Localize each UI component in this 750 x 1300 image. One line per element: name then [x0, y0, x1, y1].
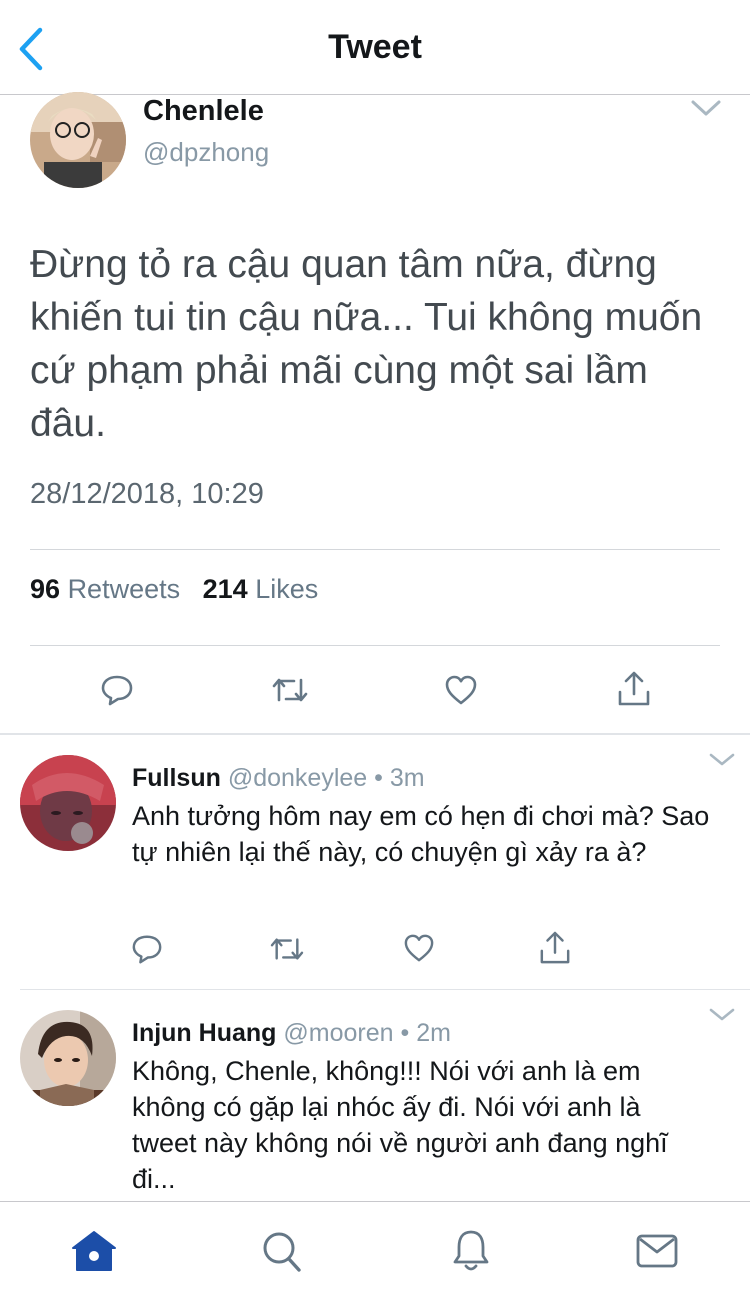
divider: [20, 989, 750, 990]
avatar[interactable]: [20, 755, 116, 851]
divider: [30, 549, 720, 550]
avatar[interactable]: [30, 92, 126, 188]
nav-header: Tweet: [0, 0, 750, 95]
reply-author-handle[interactable]: @mooren: [283, 1019, 393, 1047]
tab-bar: [0, 1201, 750, 1300]
divider: [30, 645, 720, 646]
section-divider: [0, 733, 750, 735]
reply-author-name[interactable]: Fullsun: [132, 764, 221, 792]
share-icon[interactable]: [539, 930, 571, 966]
likes-label[interactable]: Likes: [255, 574, 318, 604]
reply-time: 2m: [416, 1019, 451, 1047]
share-icon[interactable]: [617, 670, 651, 708]
search-icon[interactable]: [261, 1230, 303, 1274]
bell-icon[interactable]: [451, 1228, 491, 1274]
mail-icon[interactable]: [636, 1233, 678, 1269]
chevron-down-icon[interactable]: [708, 752, 736, 768]
chevron-down-icon[interactable]: [708, 1007, 736, 1023]
reply-author-handle[interactable]: @donkeylee: [228, 764, 367, 792]
author-handle[interactable]: @dpzhong: [143, 137, 269, 168]
tweet-stats: 96 Retweets 214 Likes: [30, 574, 318, 605]
reply-text: Không, Chenle, không!!! Nói với anh là e…: [132, 1056, 668, 1194]
retweets-label[interactable]: Retweets: [68, 574, 181, 604]
retweet-icon[interactable]: [270, 674, 310, 706]
dot-separator: •: [400, 1019, 410, 1047]
reply-author-name[interactable]: Injun Huang: [132, 1019, 276, 1047]
reply-time: 3m: [389, 764, 425, 792]
home-icon[interactable]: [71, 1230, 117, 1272]
heart-icon[interactable]: [444, 674, 478, 706]
likes-count[interactable]: 214: [203, 574, 248, 604]
reply-header: Fullsun @donkeylee • 3m: [132, 764, 425, 793]
reply-icon[interactable]: [100, 673, 134, 707]
reply-text: Anh tưởng hôm nay em có hẹn đi chơi mà? …: [132, 801, 710, 867]
retweets-count[interactable]: 96: [30, 574, 60, 604]
page-title: Tweet: [328, 28, 422, 66]
retweet-icon[interactable]: [268, 934, 306, 964]
avatar[interactable]: [20, 1010, 116, 1106]
reply-icon[interactable]: [131, 933, 163, 965]
tweet-timestamp: 28/12/2018, 10:29: [30, 478, 264, 510]
reply-header: Injun Huang @mooren • 2m: [132, 1019, 451, 1048]
author-name[interactable]: Chenlele: [143, 95, 264, 128]
dot-separator: •: [374, 764, 383, 792]
heart-icon[interactable]: [403, 933, 435, 963]
tweet-text: Đừng tỏ ra cậu quan tâm nữa, đừng khiến …: [30, 243, 703, 445]
chevron-down-icon[interactable]: [690, 98, 722, 118]
